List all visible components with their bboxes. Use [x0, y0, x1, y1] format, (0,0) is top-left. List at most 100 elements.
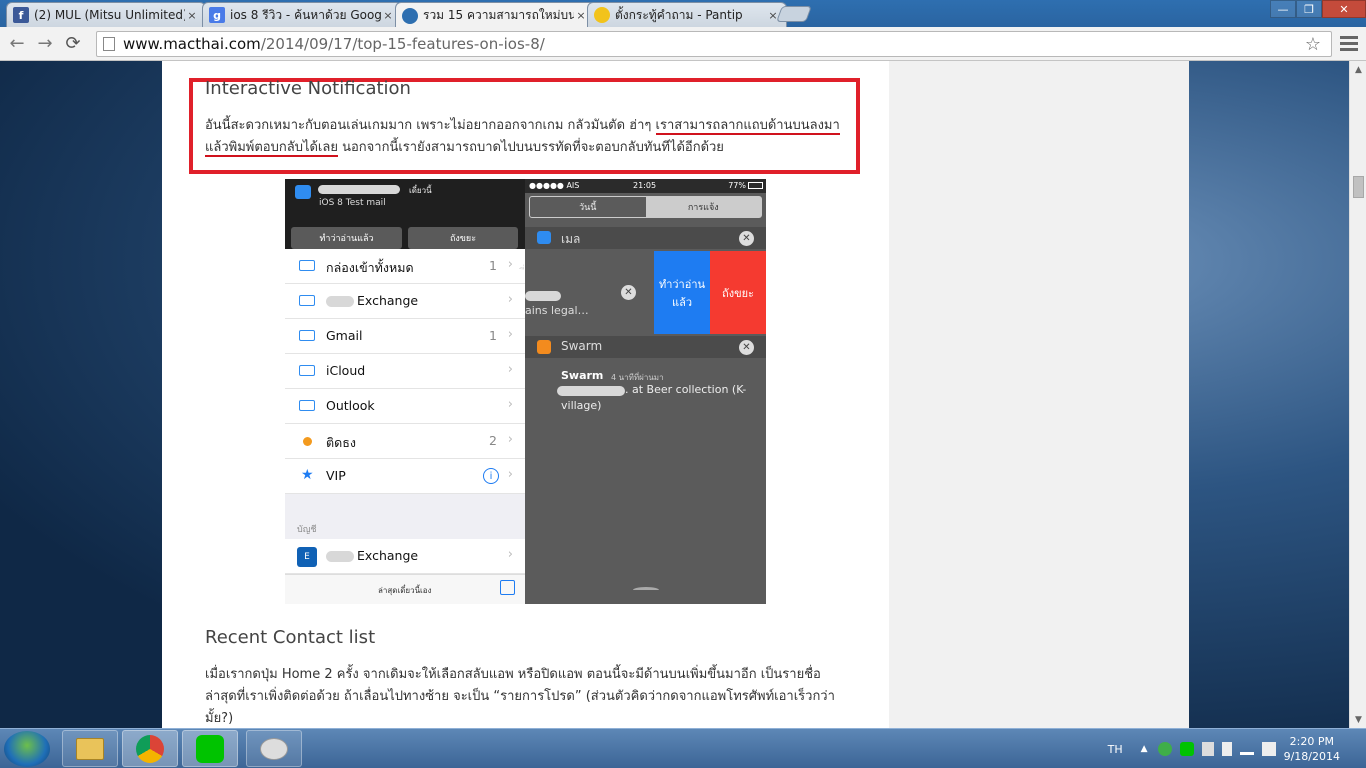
chevron-right-icon: › — [507, 397, 513, 412]
tab-today[interactable]: วันนี้ — [530, 197, 646, 217]
mailbox-row[interactable]: ติดธง 2 › — [285, 424, 525, 459]
bookmark-star-icon[interactable]: ☆ — [1305, 34, 1321, 55]
section-title: Swarm — [561, 339, 603, 353]
address-bar[interactable]: www.macthai.com/2014/09/17/top-15-featur… — [96, 31, 1332, 57]
tab-macthai[interactable]: รวม 15 ความสามารถใหม่บน × — [395, 2, 595, 28]
clock-date: 9/18/2014 — [1283, 750, 1340, 763]
scroll-up-icon[interactable]: ▲ — [1350, 61, 1366, 78]
ios-mail-screen: เดี๋ยวนี้ iOS 8 Test mail ทำว่าอ่านแล้ว … — [285, 179, 525, 604]
scroll-down-icon[interactable]: ▼ — [1350, 711, 1366, 728]
accounts-header: บัญชี — [297, 525, 317, 535]
mark-read-action[interactable]: ทำว่าอ่าน แล้ว — [654, 251, 710, 334]
url-path: /2014/09/17/top-15-features-on-ios-8/ — [260, 35, 545, 53]
close-icon[interactable]: ✕ — [621, 285, 636, 300]
swarm-title: Swarm — [561, 369, 604, 382]
forward-icon[interactable]: → — [31, 30, 59, 58]
account-row[interactable]: E Exchange › — [285, 539, 525, 574]
para-line: มั้ย?) — [205, 711, 234, 726]
para-line: แล้วพิมพ์ตอบกลับได้เลย นอกจากนี้เรายังสา… — [205, 137, 855, 159]
chevron-right-icon: › — [507, 327, 513, 342]
window-close-icon[interactable]: ✕ — [1322, 0, 1366, 18]
mark-read-button[interactable]: ทำว่าอ่านแล้ว — [291, 227, 402, 249]
mail-notification[interactable]: ี่ ains legal… ✕ ทำว่าอ่าน แล้ว ถังขยะ — [525, 251, 766, 334]
minimize-icon[interactable]: — — [1270, 0, 1296, 18]
swarm-body: village) — [561, 399, 602, 412]
line-icon[interactable] — [182, 730, 238, 767]
reload-icon[interactable]: ⟳ — [59, 30, 87, 58]
swarm-notification[interactable]: Swarm 4 นาทีที่ผ่านมา . at Beer collecti… — [525, 360, 766, 420]
tab-google[interactable]: g ios 8 รีวิว - ค้นหาด้วย Googl × — [202, 2, 402, 27]
mailbox-count: 1 — [489, 328, 497, 343]
star-icon: ★ — [301, 467, 314, 483]
close-icon[interactable]: ✕ — [739, 340, 754, 355]
mailbox-row[interactable]: กล่องเข้าทั้งหมด 1 › — [285, 249, 525, 284]
page-viewport: Interactive Notification อันนี้สะดวกเหมา… — [0, 61, 1349, 728]
blurred-text — [557, 386, 625, 396]
chevron-right-icon: › — [507, 432, 513, 447]
vertical-scrollbar[interactable]: ▲ ▼ — [1349, 61, 1366, 728]
ios-status-bar: ●●●●● AIS 21:05 77% — [525, 179, 766, 193]
blurred-text — [525, 291, 561, 301]
mail-section-header: เมล ✕ — [525, 227, 766, 249]
url-host: www.macthai.com — [123, 35, 261, 53]
tab-notifications[interactable]: การแจ้ง — [645, 197, 761, 217]
scrollbar-thumb[interactable] — [1353, 176, 1364, 198]
volume-icon[interactable] — [1261, 742, 1276, 756]
underlined-text: แล้วพิมพ์ตอบกลับได้เลย — [205, 140, 338, 157]
inbox-icon — [299, 400, 315, 411]
chevron-right-icon: › — [507, 257, 513, 272]
language-indicator[interactable]: TH — [1108, 743, 1123, 756]
battery-icon — [748, 182, 763, 189]
trash-button[interactable]: ถังขยะ — [408, 227, 518, 249]
close-icon[interactable]: ✕ — [739, 231, 754, 246]
menu-icon[interactable] — [1340, 33, 1358, 54]
para-text: นอกจากนี้เรายังสามารถบาดไปบนบรรทัดที่จะต… — [337, 140, 724, 155]
section2-paragraph: เมื่อเรากดปุ่ม Home 2 ครั้ง จากเดิมจะให้… — [205, 664, 865, 728]
section1-paragraph: อันนี้สะดวกเหมาะกับตอนเล่นเกมมาก เพราะไม… — [205, 115, 855, 159]
new-tab-button[interactable] — [776, 6, 812, 22]
battery-percent: 77% — [728, 181, 746, 190]
mail-preview: ains legal… — [525, 304, 589, 317]
file-explorer-icon[interactable] — [62, 730, 118, 767]
signal-icon[interactable] — [1239, 743, 1254, 755]
clock[interactable]: 2:20 PM 9/18/2014 — [1284, 734, 1340, 764]
tab-title: ตั้งกระทู้คำถาม - Pantip — [615, 7, 743, 22]
article-content: Interactive Notification อันนี้สะดวกเหมา… — [162, 61, 889, 728]
pull-handle-icon[interactable] — [633, 587, 659, 593]
chrome-icon[interactable] — [122, 730, 178, 767]
close-icon[interactable]: × — [381, 9, 395, 22]
section-title: เมล — [561, 232, 581, 246]
back-icon[interactable]: ← — [3, 30, 31, 58]
info-icon[interactable]: i — [483, 468, 499, 484]
start-button[interactable] — [4, 731, 50, 767]
sidebar-column — [889, 61, 1189, 728]
google-icon: g — [209, 7, 225, 23]
trash-action[interactable]: ถังขยะ — [710, 251, 766, 334]
line-tray-icon[interactable] — [1179, 742, 1194, 756]
mailbox-row[interactable]: iCloud › — [285, 354, 525, 389]
mailbox-row[interactable]: ★ VIP i › — [285, 459, 525, 494]
ios-notification-center: ●●●●● AIS 21:05 77% วันนี้ การแจ้ง เมล ✕… — [525, 179, 766, 604]
mailbox-row[interactable]: Outlook › — [285, 389, 525, 424]
mailbox-row[interactable]: Exchange › — [285, 284, 525, 319]
close-icon[interactable]: × — [185, 9, 199, 22]
tab-facebook[interactable]: f (2) MUL (Mitsu Unlimited) × — [6, 2, 206, 27]
mailbox-row[interactable]: Gmail 1 › — [285, 319, 525, 354]
paint-icon[interactable] — [246, 730, 302, 767]
close-icon[interactable]: × — [574, 9, 588, 22]
tab-pantip[interactable]: ตั้งกระทู้คำถาม - Pantip × — [587, 2, 787, 27]
carrier-label: ●●●●● AIS — [529, 181, 580, 190]
inbox-icon — [299, 365, 315, 376]
chevron-right-icon: › — [507, 547, 513, 562]
flag-dot-icon — [303, 437, 312, 446]
usb-icon[interactable] — [1221, 742, 1232, 756]
network-icon[interactable] — [1157, 742, 1172, 756]
swarm-section-header: Swarm ✕ — [525, 336, 766, 358]
restore-icon[interactable]: ❐ — [1296, 0, 1322, 18]
exchange-icon: E — [297, 547, 317, 567]
compose-icon[interactable] — [500, 580, 515, 595]
section-heading-recent-contact: Recent Contact list — [205, 627, 376, 648]
show-hidden-icon[interactable]: ▲ — [1141, 744, 1148, 754]
action-center-icon[interactable] — [1201, 742, 1214, 756]
tab-title: (2) MUL (Mitsu Unlimited) — [34, 8, 185, 22]
